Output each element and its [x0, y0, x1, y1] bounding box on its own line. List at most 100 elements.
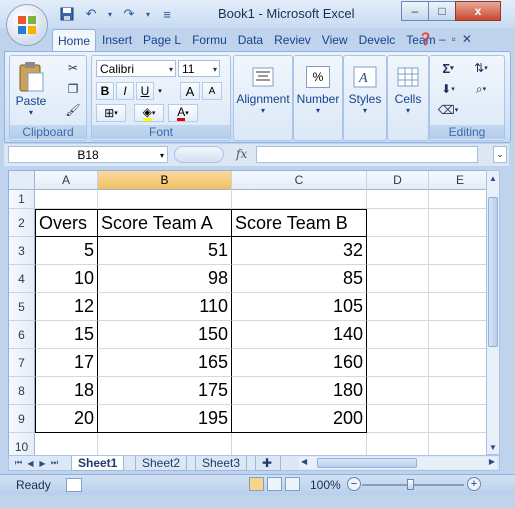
cell-d7[interactable] — [367, 349, 429, 377]
autosum-button[interactable]: Σ ▾ — [434, 60, 462, 76]
tab-formulas[interactable]: Formu — [187, 29, 232, 49]
styles-group[interactable]: A Styles ▾ — [343, 55, 387, 141]
next-sheet-icon[interactable]: ▶ — [37, 457, 48, 469]
minimize-button[interactable]: – — [401, 1, 429, 21]
office-button[interactable] — [6, 4, 48, 46]
column-header-c[interactable]: C — [232, 171, 367, 190]
copy-icon[interactable]: ❐ — [64, 81, 82, 97]
scroll-up-icon[interactable]: ▲ — [487, 171, 499, 185]
horizontal-scroll-thumb[interactable] — [317, 458, 417, 468]
row-header-6[interactable]: 6 — [9, 321, 35, 349]
undo-icon[interactable]: ↶ — [82, 6, 100, 22]
table-cell[interactable]: 17 — [35, 349, 98, 377]
table-cell[interactable]: 18 — [35, 377, 98, 405]
cell-a1[interactable] — [35, 190, 98, 209]
sheet-tab-sheet2[interactable]: Sheet2 — [135, 456, 188, 471]
table-cell[interactable]: 20 — [35, 405, 98, 433]
zoom-slider-knob[interactable] — [407, 479, 414, 490]
shrink-font-button[interactable]: A — [202, 82, 222, 100]
redo-icon[interactable]: ↷ — [120, 6, 138, 22]
help-icon[interactable]: ❓ — [418, 32, 433, 46]
zoom-out-button[interactable]: − — [347, 477, 361, 491]
sheet-tab-sheet1[interactable]: Sheet1 — [71, 456, 125, 471]
tab-review[interactable]: Reviev — [269, 29, 316, 49]
tab-view[interactable]: View — [317, 29, 353, 49]
cell-e6[interactable] — [429, 321, 487, 349]
font-size-select[interactable]: 11 ▾ — [178, 60, 220, 77]
cell-d10[interactable] — [367, 433, 429, 456]
font-family-select[interactable]: Calibri ▾ — [96, 60, 176, 77]
row-header-3[interactable]: 3 — [9, 237, 35, 265]
borders-button[interactable]: ⊞ ▾ — [96, 104, 126, 122]
page-layout-view-button[interactable] — [267, 477, 282, 491]
row-header-7[interactable]: 7 — [9, 349, 35, 377]
cell-e1[interactable] — [429, 190, 487, 209]
table-header-cell[interactable]: Overs — [35, 209, 98, 237]
row-header-9[interactable]: 9 — [9, 405, 35, 433]
prev-sheet-icon[interactable]: ◀ — [25, 457, 36, 469]
cell-d4[interactable] — [367, 265, 429, 293]
cell-e7[interactable] — [429, 349, 487, 377]
cell-a10[interactable] — [35, 433, 98, 456]
row-header-10[interactable]: 10 — [9, 433, 35, 456]
restore-button[interactable]: □ — [428, 1, 456, 21]
insert-function-button[interactable]: fx — [236, 147, 247, 161]
fill-button[interactable]: ⬇ ▾ — [434, 81, 462, 97]
save-icon[interactable] — [58, 6, 76, 22]
worksheet-grid[interactable]: A B C D E 1 2 Overs Score Team A Score Team B 3 5 51… — [8, 170, 488, 457]
undo-dropdown-icon[interactable]: ▾ — [106, 6, 114, 22]
cell-b10[interactable] — [98, 433, 232, 456]
last-sheet-icon[interactable]: ⏭ — [49, 457, 60, 469]
vertical-scroll-thumb[interactable] — [488, 197, 498, 347]
styles-button[interactable]: A Styles ▾ — [344, 62, 386, 115]
cell-c10[interactable] — [232, 433, 367, 456]
name-box-dropdown-icon[interactable]: ▾ — [160, 147, 164, 164]
number-button[interactable]: % Number ▾ — [294, 62, 342, 115]
cut-icon[interactable]: ✂ — [64, 60, 82, 76]
table-cell[interactable]: 105 — [232, 293, 367, 321]
select-all-corner[interactable] — [9, 171, 35, 190]
bold-button[interactable]: B — [96, 82, 114, 100]
zoom-slider[interactable] — [362, 479, 464, 490]
table-cell[interactable]: 51 — [98, 237, 232, 265]
row-header-2[interactable]: 2 — [9, 209, 35, 237]
paste-dropdown-icon[interactable]: ▾ — [14, 108, 48, 117]
format-painter-icon[interactable]: 🖌 — [64, 102, 82, 118]
tab-insert[interactable]: Insert — [97, 29, 137, 49]
grow-font-button[interactable]: A — [180, 82, 200, 100]
alignment-group[interactable]: Alignment ▾ — [233, 55, 293, 141]
table-header-cell[interactable]: Score Team B — [232, 209, 367, 237]
cells-group[interactable]: Cells ▾ — [387, 55, 429, 141]
alignment-button[interactable]: Alignment ▾ — [234, 62, 292, 115]
cell-e5[interactable] — [429, 293, 487, 321]
clear-button[interactable]: ⌫ ▾ — [434, 102, 462, 118]
page-break-view-button[interactable] — [285, 477, 300, 491]
table-cell[interactable]: 5 — [35, 237, 98, 265]
cell-c1[interactable] — [232, 190, 367, 209]
row-header-5[interactable]: 5 — [9, 293, 35, 321]
fill-color-button[interactable]: ◈ ▾ — [134, 104, 164, 122]
column-header-a[interactable]: A — [35, 171, 98, 190]
table-cell[interactable]: 180 — [232, 377, 367, 405]
table-cell[interactable]: 98 — [98, 265, 232, 293]
table-cell[interactable]: 32 — [232, 237, 367, 265]
cell-d6[interactable] — [367, 321, 429, 349]
cell-d1[interactable] — [367, 190, 429, 209]
expand-formula-bar-icon[interactable]: ⌄ — [493, 146, 507, 163]
italic-button[interactable]: I — [116, 82, 134, 100]
table-cell[interactable]: 10 — [35, 265, 98, 293]
cell-e10[interactable] — [429, 433, 487, 456]
cell-e8[interactable] — [429, 377, 487, 405]
number-group[interactable]: % Number ▾ — [293, 55, 343, 141]
table-cell[interactable]: 15 — [35, 321, 98, 349]
column-header-b[interactable]: B — [98, 171, 232, 190]
column-header-e[interactable]: E — [429, 171, 487, 190]
macro-record-icon[interactable] — [66, 478, 82, 492]
paste-button[interactable]: Paste ▾ — [14, 60, 48, 117]
table-cell[interactable]: 160 — [232, 349, 367, 377]
cell-d2[interactable] — [367, 209, 429, 237]
sheet-tab-sheet3[interactable]: Sheet3 — [195, 456, 248, 471]
scroll-left-icon[interactable]: ◀ — [301, 457, 307, 466]
vertical-scrollbar[interactable]: ▲ ▼ — [486, 170, 500, 455]
horizontal-scrollbar[interactable]: ◀ ▶ — [299, 457, 497, 469]
